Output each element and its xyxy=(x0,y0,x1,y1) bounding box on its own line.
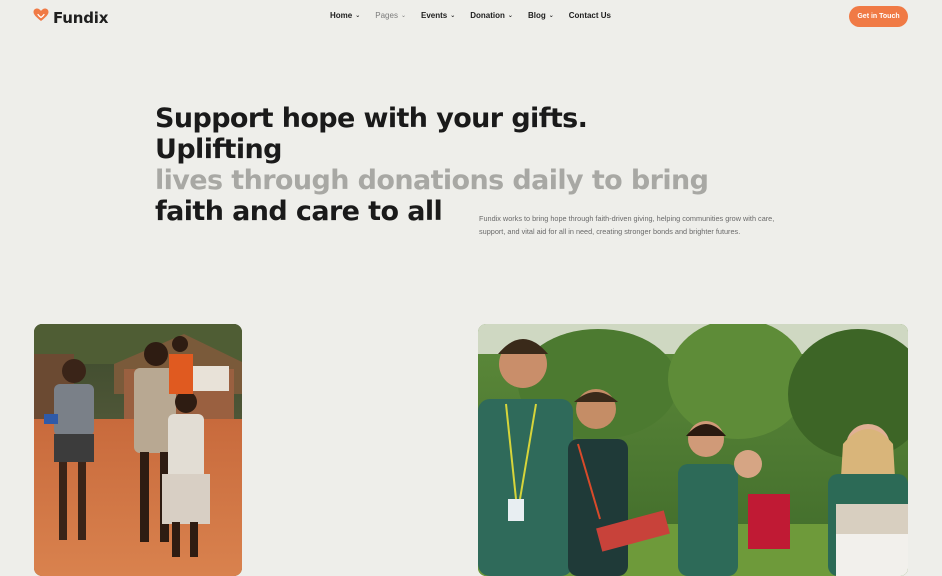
volunteers-donation-photo xyxy=(478,324,908,576)
chevron-down-icon: ⌄ xyxy=(548,12,554,19)
nav-item-pages[interactable]: Pages ⌄ xyxy=(375,11,406,20)
chevron-down-icon: ⌄ xyxy=(355,12,361,19)
nav-item-events[interactable]: Events ⌄ xyxy=(421,11,455,20)
nav-item-contact[interactable]: Contact Us xyxy=(569,11,611,20)
nav-item-label: Contact Us xyxy=(568,11,611,20)
heart-hand-icon xyxy=(33,8,49,27)
chevron-down-icon: ⌄ xyxy=(400,12,406,19)
hero-headline: Support hope with your gifts. Uplifting … xyxy=(155,103,715,227)
site-header: Fundix Home ⌄ Pages ⌄ Events ⌄ Donation … xyxy=(0,0,942,33)
chevron-down-icon: ⌄ xyxy=(507,12,513,19)
nav-item-label: Events xyxy=(420,11,448,20)
hero-description: Fundix works to bring hope through faith… xyxy=(479,214,775,236)
children-village-photo xyxy=(34,324,242,576)
logo[interactable]: Fundix xyxy=(33,8,108,27)
nav-item-label: Pages xyxy=(375,11,398,20)
nav-item-label: Blog xyxy=(527,11,546,20)
nav-item-blog[interactable]: Blog ⌄ xyxy=(528,11,554,20)
nav-item-label: Home xyxy=(330,11,353,20)
get-in-touch-button[interactable]: Get in Touch xyxy=(849,6,908,27)
main-nav: Home ⌄ Pages ⌄ Events ⌄ Donation ⌄ Blog … xyxy=(330,11,611,20)
logo-text: Fundix xyxy=(53,8,109,27)
hero-headline-line2: lives through donations daily to bring xyxy=(155,165,709,196)
nav-item-home[interactable]: Home ⌄ xyxy=(330,11,360,20)
nav-item-label: Donation xyxy=(470,11,505,20)
nav-item-donation[interactable]: Donation ⌄ xyxy=(470,11,513,20)
hero-headline-line1: Support hope with your gifts. Uplifting xyxy=(155,103,588,165)
chevron-down-icon: ⌄ xyxy=(450,12,456,19)
